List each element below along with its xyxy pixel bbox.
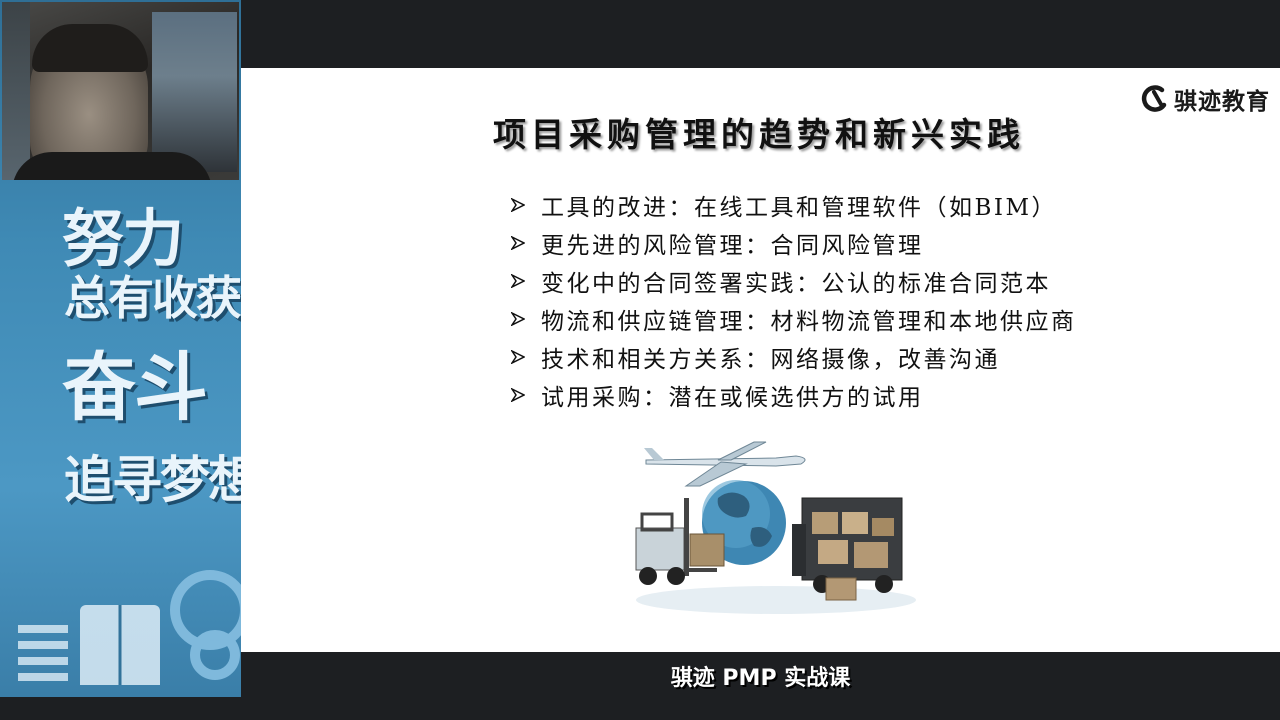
- presenter-hair: [32, 24, 148, 72]
- logo-mark-icon: [1141, 85, 1167, 112]
- poster-line-4: 追寻梦想: [64, 451, 241, 509]
- webcam-background-door: [2, 2, 30, 180]
- logistics-illustration: [635, 441, 916, 614]
- caption-bar: 骐迹 PMP 实战课: [241, 652, 1280, 697]
- bullet-item: 变化中的合同签署实践：公认的标准合同范本: [511, 262, 1077, 300]
- truck-icon: [792, 497, 903, 601]
- arrow-bullet-icon: [511, 388, 525, 402]
- bullet-text: 技术和相关方关系：网络摄像，改善沟通: [541, 347, 1000, 373]
- bullet-item: 更先进的风险管理：合同风险管理: [511, 224, 1077, 262]
- arrow-bullet-icon: [511, 350, 525, 364]
- bullet-text: 更先进的风险管理：合同风险管理: [541, 233, 924, 259]
- decorative-ring: [190, 630, 240, 680]
- slide-title: 项目采购管理的趋势和新兴实践: [493, 115, 1025, 154]
- arrow-bullet-icon: [511, 198, 525, 212]
- bullet-text: 工具的改进：在线工具和管理软件（如BIM）: [541, 195, 1058, 221]
- bullet-item: 物流和供应链管理：材料物流管理和本地供应商: [511, 300, 1077, 338]
- webcam-video: [2, 2, 239, 180]
- arrow-bullet-icon: [511, 312, 525, 326]
- poster-line-2: 总有收获: [64, 271, 241, 325]
- bullet-text: 变化中的合同签署实践：公认的标准合同范本: [541, 271, 1051, 297]
- poster-line-3: 奋斗: [62, 345, 208, 431]
- arrow-bullet-icon: [511, 236, 525, 250]
- bullet-item: 技术和相关方关系：网络摄像，改善沟通: [511, 338, 1077, 376]
- logo-text: 骐迹教育: [1174, 89, 1270, 115]
- decorative-bars: [18, 625, 68, 685]
- sidebar-poster: 努力 总有收获 奋斗 追寻梦想: [0, 0, 241, 697]
- course-caption: 骐迹 PMP 实战课: [670, 666, 851, 691]
- bullet-item: 试用采购：潜在或候选供方的试用: [511, 376, 1077, 414]
- bullet-text: 物流和供应链管理：材料物流管理和本地供应商: [541, 309, 1077, 335]
- bullet-item: 工具的改进：在线工具和管理软件（如BIM）: [511, 186, 1077, 224]
- bullet-list: 工具的改进：在线工具和管理软件（如BIM） 更先进的风险管理：合同风险管理 变化…: [511, 186, 1077, 414]
- book-illustration: [80, 605, 160, 685]
- airplane-icon: [644, 441, 806, 487]
- brand-logo: 骐迹教育: [1140, 82, 1270, 116]
- presenter-body: [12, 152, 212, 180]
- presentation-slide: 骐迹教育 项目采购管理的趋势和新兴实践 工具的改进：在线工具和管理软件（如BIM…: [241, 68, 1280, 652]
- arrow-bullet-icon: [511, 274, 525, 288]
- bullet-text: 试用采购：潜在或候选供方的试用: [541, 385, 924, 411]
- webcam-background-shelf: [152, 12, 237, 172]
